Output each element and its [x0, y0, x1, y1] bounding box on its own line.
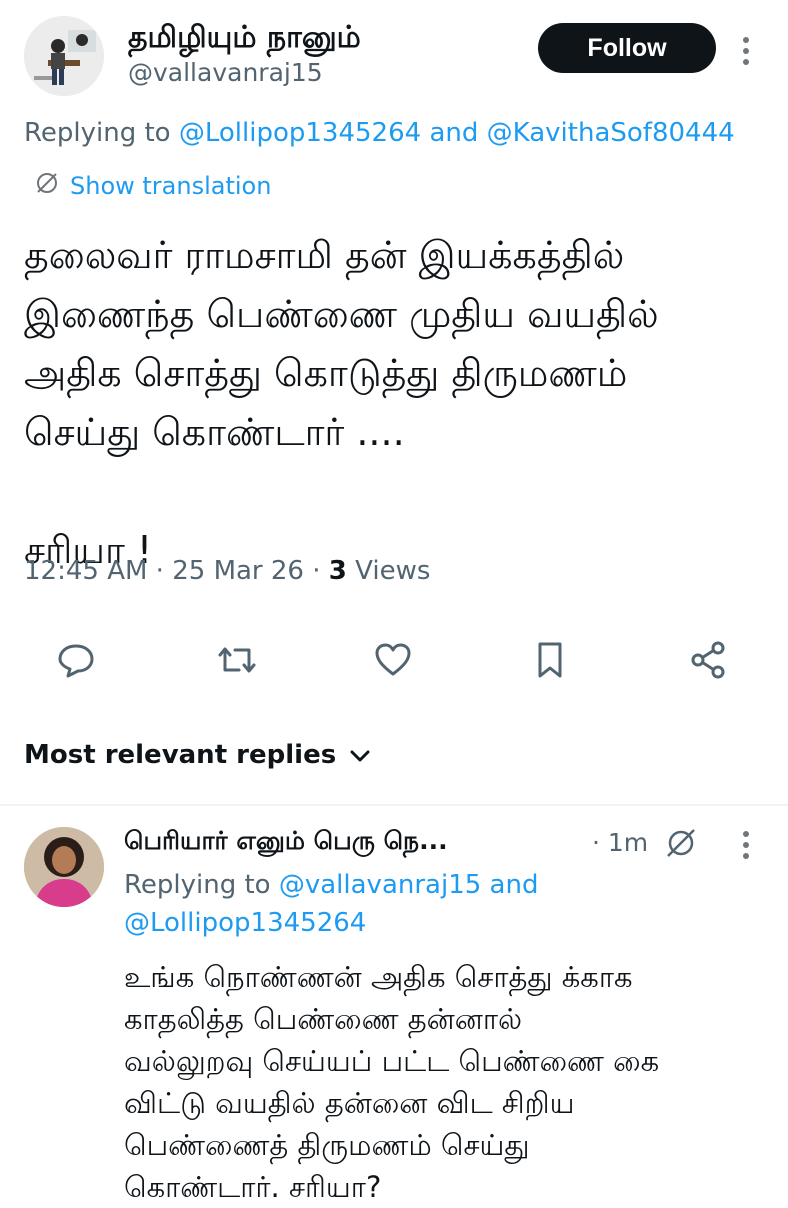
reply-replying-to: Replying to @vallavanraj15 and @Lollipop1…	[124, 866, 684, 942]
replying-and: and	[421, 118, 487, 148]
share-button[interactable]	[686, 640, 730, 684]
views-count: 3	[328, 556, 347, 586]
author-handle[interactable]: @vallavanraj15	[128, 58, 323, 87]
views-label: Views	[346, 556, 431, 586]
replying-prefix: Replying to	[24, 118, 179, 148]
replies-sort-label: Most relevant replies	[24, 740, 337, 770]
reply-more-options-icon[interactable]	[743, 831, 751, 864]
mention-link[interactable]: @KavithaSof80444	[487, 118, 735, 148]
reply-author-avatar[interactable]	[24, 827, 104, 907]
replies-sort-dropdown[interactable]: Most relevant replies	[24, 740, 370, 770]
tweet-text: தலைவர் ராமசாமி தன் இயக்கத்தில் இணைந்த பெ…	[24, 233, 659, 572]
translate-icon	[34, 170, 60, 202]
tweet-meta: 12:45 AM · 25 Mar 26 · 3 Views	[24, 556, 431, 586]
reply-author-name[interactable]: பெரியார் எனும் பெரு நெ...	[124, 826, 448, 859]
more-options-icon[interactable]	[743, 37, 751, 70]
reply-button[interactable]	[54, 640, 98, 684]
follow-button[interactable]: Follow	[538, 23, 716, 73]
like-button[interactable]	[371, 640, 415, 684]
tweet-date[interactable]: 25 Mar 26	[172, 556, 304, 586]
replying-and: and	[481, 870, 539, 900]
reply-time: · 1m	[592, 828, 649, 857]
author-avatar[interactable]	[24, 16, 104, 96]
share-icon	[688, 640, 728, 684]
tweet-time[interactable]: 12:45 AM	[24, 556, 147, 586]
reply-time-value[interactable]: 1m	[608, 828, 648, 857]
reply-text: உங்க நொண்ணன் அதிக சொத்து க்காக காதலித்த …	[124, 960, 660, 1204]
retweet-button[interactable]	[215, 640, 259, 684]
section-divider	[0, 804, 788, 806]
grok-icon[interactable]	[664, 826, 698, 864]
chevron-down-icon	[350, 740, 370, 770]
replying-prefix: Replying to	[124, 870, 279, 900]
mention-link[interactable]: @vallavanraj15	[279, 870, 481, 900]
show-translation-label[interactable]: Show translation	[70, 172, 271, 200]
author-display-name[interactable]: தமிழியும் நானும்	[128, 20, 361, 59]
heart-icon	[373, 640, 413, 684]
retweet-icon	[217, 640, 257, 684]
mention-link[interactable]: @Lollipop1345264	[179, 118, 421, 148]
mention-link[interactable]: @Lollipop1345264	[124, 908, 366, 938]
bookmark-icon	[530, 640, 570, 684]
comment-icon	[56, 640, 96, 684]
bookmark-button[interactable]	[528, 640, 572, 684]
show-translation-link[interactable]: Show translation	[34, 170, 271, 202]
replying-to: Replying to @Lollipop1345264 and @Kavith…	[24, 118, 735, 148]
